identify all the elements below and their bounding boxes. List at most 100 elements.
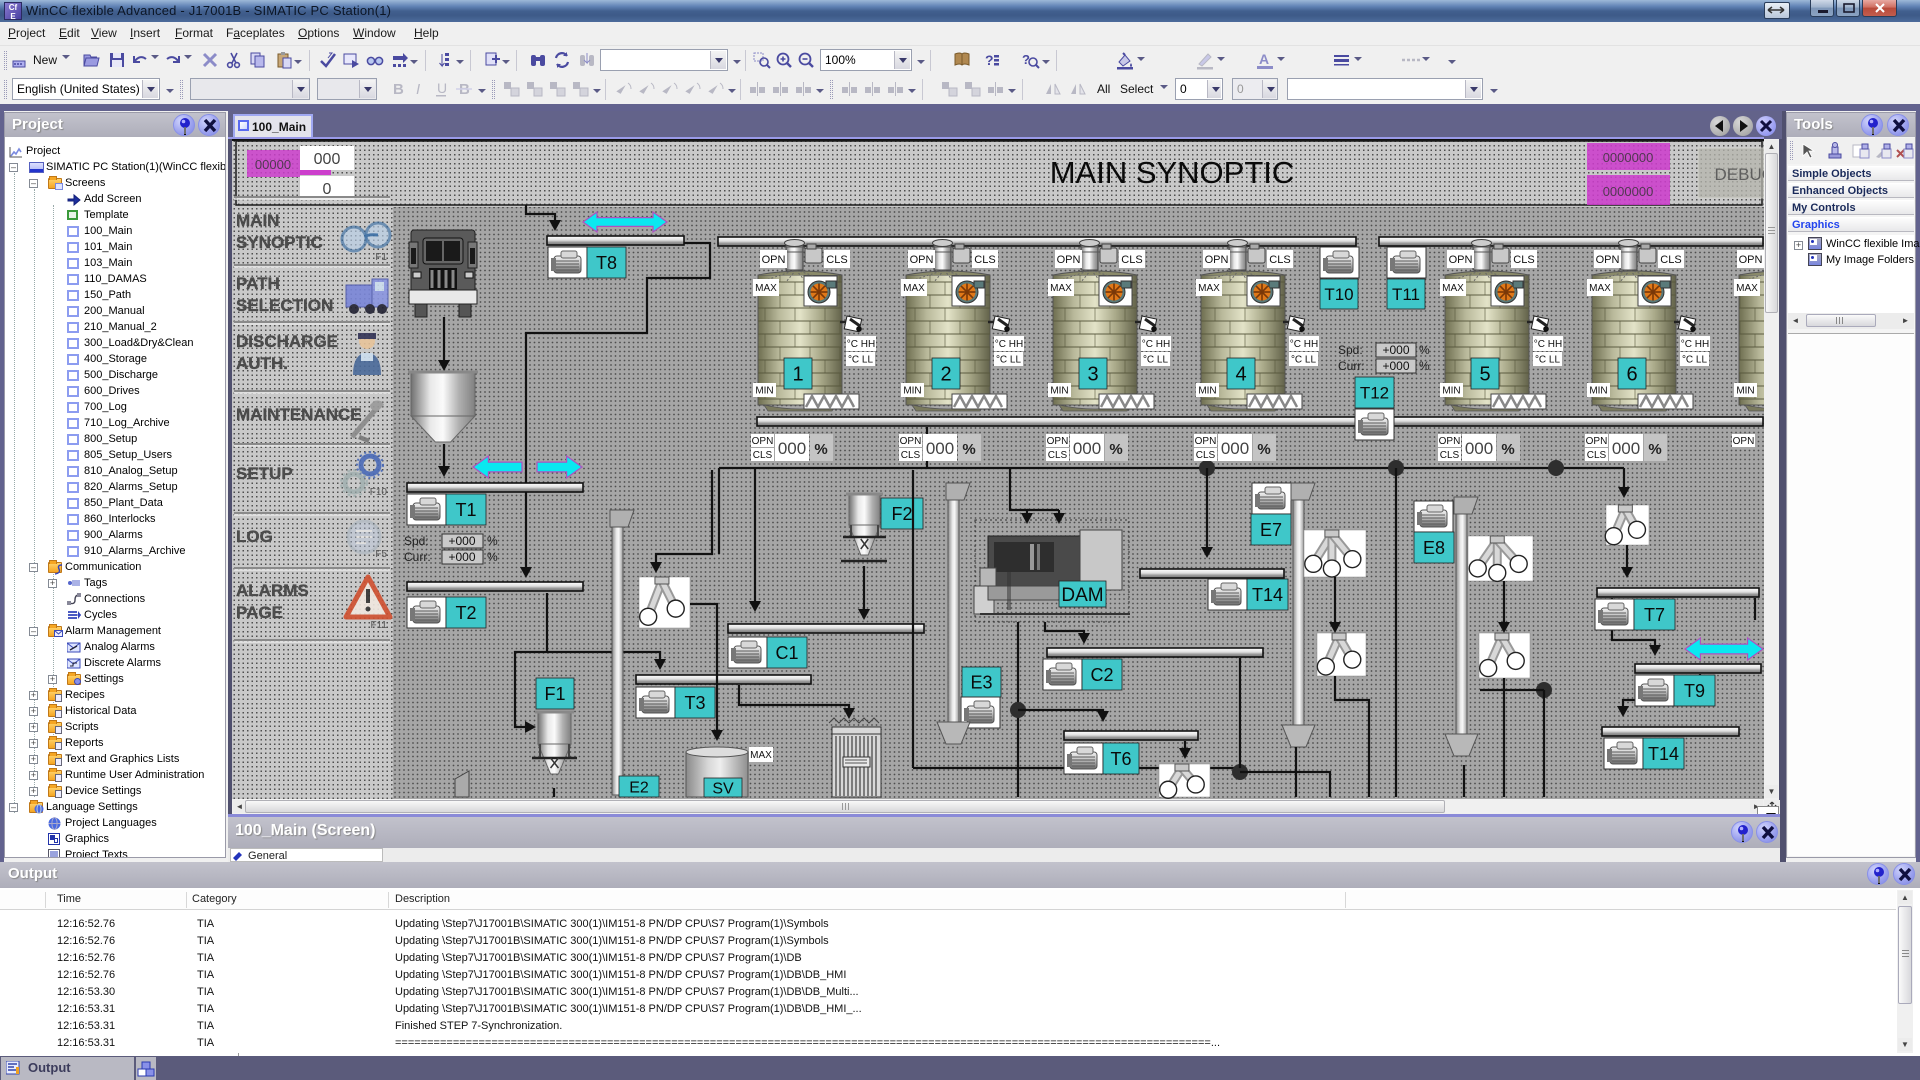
- svg-text:MAX: MAX: [755, 283, 777, 294]
- svg-text:%: %: [1257, 441, 1270, 458]
- svg-text:00000: 00000: [255, 157, 291, 172]
- svg-text:T9: T9: [1684, 681, 1705, 701]
- svg-text:1: 1: [792, 364, 803, 386]
- svg-text:000: 000: [926, 439, 954, 458]
- svg-text:MIN: MIN: [1736, 386, 1754, 397]
- svg-text:SELECTION: SELECTION: [236, 296, 333, 315]
- svg-text:°C LL: °C LL: [1291, 355, 1317, 366]
- svg-text:CLS: CLS: [1513, 254, 1534, 266]
- svg-text:DAM: DAM: [1061, 585, 1103, 606]
- svg-text:I: I: [416, 81, 420, 98]
- svg-text:°C HH: °C HH: [1142, 339, 1170, 350]
- svg-text:OPN: OPN: [1739, 254, 1763, 266]
- svg-text:°C LL: °C LL: [996, 355, 1022, 366]
- svg-text:CLS: CLS: [753, 450, 773, 461]
- svg-text:Spd:: Spd:: [404, 534, 429, 548]
- svg-text:F2: F2: [891, 504, 912, 524]
- svg-text:MIN: MIN: [1198, 386, 1216, 397]
- svg-text:0000000: 0000000: [1603, 184, 1654, 199]
- svg-text:+000: +000: [1382, 359, 1409, 373]
- svg-text:CLS: CLS: [1121, 254, 1142, 266]
- svg-text:%: %: [1501, 441, 1514, 458]
- svg-text:6: 6: [1626, 364, 1637, 386]
- svg-text:°C HH: °C HH: [995, 339, 1023, 350]
- svg-text:F1: F1: [544, 684, 565, 704]
- svg-text:0: 0: [323, 181, 332, 198]
- svg-text:°C HH: °C HH: [847, 339, 875, 350]
- svg-text:MIN: MIN: [903, 386, 921, 397]
- svg-text:MAX: MAX: [1589, 283, 1611, 294]
- svg-text:CLS: CLS: [1440, 450, 1460, 461]
- svg-text:4: 4: [1235, 364, 1246, 386]
- svg-text:5: 5: [1479, 364, 1490, 386]
- svg-text:F10: F10: [370, 487, 388, 498]
- svg-text:CLS: CLS: [1660, 254, 1681, 266]
- svg-text:OPN: OPN: [1449, 254, 1473, 266]
- svg-text:%: %: [1419, 343, 1430, 357]
- svg-text:%: %: [1419, 359, 1430, 373]
- svg-text:A: A: [1259, 51, 1269, 67]
- svg-text:SV: SV: [712, 780, 734, 797]
- svg-text:MIN: MIN: [755, 386, 773, 397]
- svg-text:°C LL: °C LL: [848, 355, 874, 366]
- svg-text:T8: T8: [596, 253, 617, 273]
- svg-text:OPN: OPN: [1205, 254, 1229, 266]
- svg-text:°C HH: °C HH: [1681, 339, 1709, 350]
- svg-text:MAX: MAX: [750, 750, 772, 761]
- svg-text:MAX: MAX: [1198, 283, 1220, 294]
- svg-text:OPN: OPN: [1439, 436, 1461, 447]
- svg-text:DISCHARGE: DISCHARGE: [236, 332, 338, 351]
- svg-text:PATH: PATH: [236, 274, 280, 293]
- svg-text:°C LL: °C LL: [1682, 355, 1708, 366]
- svg-text:T11: T11: [1392, 285, 1420, 304]
- svg-text:OPN: OPN: [1596, 254, 1620, 266]
- svg-text:%: %: [1109, 441, 1122, 458]
- svg-text:T10: T10: [1324, 285, 1353, 304]
- svg-text:CLS: CLS: [1196, 450, 1216, 461]
- svg-text:C1: C1: [775, 643, 798, 663]
- svg-text:000: 000: [1221, 439, 1249, 458]
- svg-text:DEBUG: DEBUG: [1715, 165, 1764, 184]
- svg-text:MAX: MAX: [1442, 283, 1464, 294]
- svg-text:MAINTENANCE: MAINTENANCE: [236, 405, 362, 424]
- svg-text:Spd:: Spd:: [1338, 343, 1363, 357]
- svg-text:2: 2: [940, 364, 951, 386]
- svg-text:000: 000: [1465, 439, 1493, 458]
- svg-text:?: ?: [1022, 52, 1030, 67]
- svg-text:T7: T7: [1644, 605, 1665, 625]
- svg-text:OPN: OPN: [1057, 254, 1081, 266]
- svg-text:F1: F1: [375, 252, 387, 263]
- svg-text:F5: F5: [375, 549, 387, 560]
- svg-text:MAIN: MAIN: [236, 211, 279, 230]
- svg-text:°C HH: °C HH: [1290, 339, 1318, 350]
- svg-text:%: %: [814, 441, 827, 458]
- svg-text:MIN: MIN: [1442, 386, 1460, 397]
- svg-text:OPN: OPN: [1733, 436, 1755, 447]
- svg-text:CLS: CLS: [826, 254, 847, 266]
- svg-text:CLS: CLS: [974, 254, 995, 266]
- svg-text:T6: T6: [1110, 749, 1131, 769]
- svg-text:MAIN SYNOPTIC: MAIN SYNOPTIC: [1050, 155, 1295, 190]
- svg-text:E3: E3: [970, 672, 992, 692]
- svg-text:SETUP: SETUP: [236, 464, 293, 483]
- svg-text:OPN: OPN: [1586, 436, 1608, 447]
- svg-text:OPN: OPN: [1195, 436, 1217, 447]
- svg-text:000: 000: [314, 151, 341, 168]
- svg-text:%: %: [487, 550, 498, 564]
- svg-text:MAX: MAX: [1736, 283, 1758, 294]
- svg-text:T3: T3: [684, 693, 705, 713]
- svg-text:Curr:: Curr:: [1338, 359, 1365, 373]
- svg-text:AUTH.: AUTH.: [236, 354, 288, 373]
- svg-text:000: 000: [1612, 439, 1640, 458]
- svg-text:MAX: MAX: [903, 283, 925, 294]
- svg-text:OPN: OPN: [900, 436, 922, 447]
- svg-text:F11: F11: [371, 620, 388, 631]
- svg-text:%: %: [962, 441, 975, 458]
- svg-text:CLS: CLS: [1269, 254, 1290, 266]
- svg-text:CLS: CLS: [901, 450, 921, 461]
- svg-text:3: 3: [1087, 364, 1098, 386]
- svg-text:?: ?: [985, 52, 994, 68]
- svg-text:T12: T12: [1360, 384, 1389, 403]
- svg-text:E8: E8: [1423, 538, 1445, 558]
- svg-text:Curr:: Curr:: [404, 550, 431, 564]
